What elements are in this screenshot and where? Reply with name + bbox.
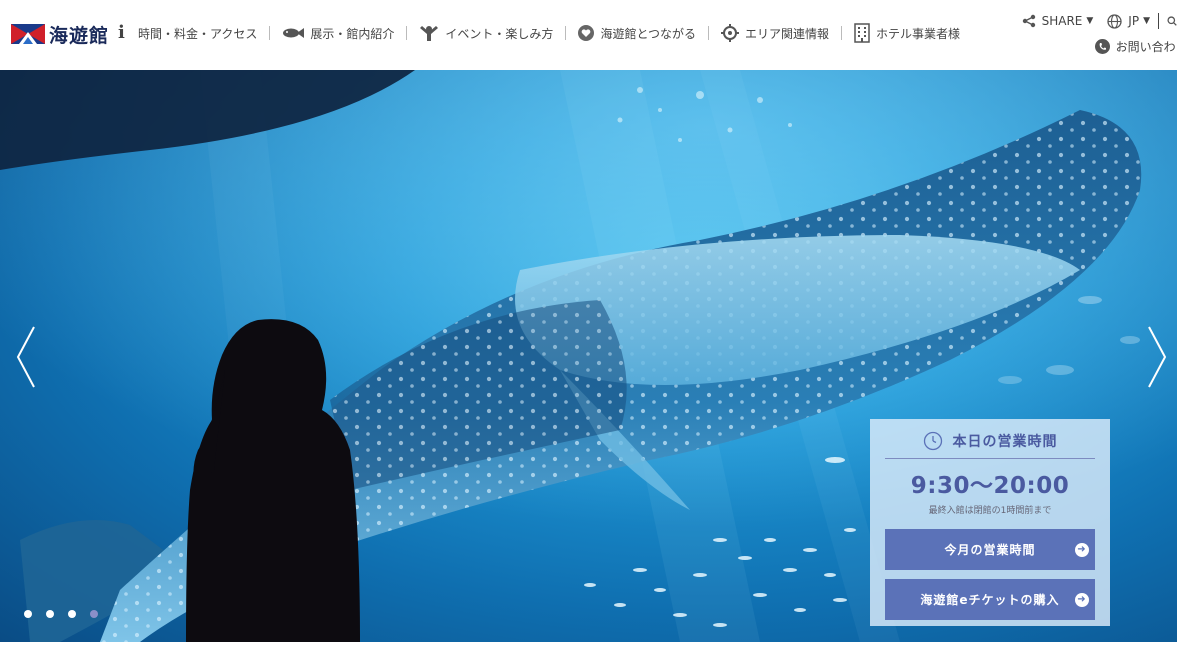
button-label: 今月の営業時間 <box>944 543 1036 557</box>
info-icon[interactable]: i <box>118 22 125 43</box>
arrow-right-circle-icon: ➜ <box>1075 543 1089 557</box>
eticket-purchase-button[interactable]: 海遊館eチケットの購入 ➜ <box>885 579 1095 620</box>
nav-item-area-info[interactable]: エリア関連情報 <box>720 22 829 44</box>
hero-slider: 本日の営業時間 9:30〜20:00 最終入館は閉館の1時間前まで 今月の営業時… <box>0 70 1177 642</box>
nav-item-label: 展示・館内紹介 <box>310 26 395 41</box>
slide-dot[interactable] <box>46 610 54 618</box>
fish-icon <box>282 27 305 39</box>
share-button[interactable]: SHARE ▼ <box>1022 14 1094 28</box>
slide-dot[interactable] <box>68 610 76 618</box>
person-icon <box>419 25 439 41</box>
contact-link[interactable]: お問い合わ <box>1094 38 1176 55</box>
page-bottom-edge <box>0 642 1177 647</box>
caret-down-icon: ▼ <box>1086 16 1094 26</box>
logo-text: 海遊館 <box>49 24 110 47</box>
prev-slide-button[interactable] <box>14 325 38 389</box>
phone-icon <box>1094 38 1110 54</box>
nav-item-label: エリア関連情報 <box>744 26 829 41</box>
slide-dot-active[interactable] <box>90 610 98 618</box>
building-icon <box>854 23 870 43</box>
hours-time: 9:30〜20:00 <box>910 473 1070 499</box>
chevron-left-icon <box>16 326 35 388</box>
hours-divider <box>885 458 1095 459</box>
nav-divider <box>269 26 271 40</box>
share-icon <box>1022 14 1036 28</box>
nav-item-label: ホテル事業者様 <box>875 26 960 41</box>
next-slide-button[interactable] <box>1145 325 1169 389</box>
button-label: 海遊館eチケットの購入 <box>920 593 1060 607</box>
logo-mark-icon <box>11 22 45 46</box>
arrow-right-circle-icon: ➜ <box>1075 593 1089 607</box>
location-target-icon <box>720 24 739 42</box>
nav-divider <box>707 26 709 40</box>
nav-item-events[interactable]: イベント・楽しみ方 <box>419 22 553 44</box>
contact-label: お問い合わ <box>1115 39 1176 54</box>
main-nav: 時間・料金・アクセス 展示・館内紹介 イベント・楽しみ方 海遊館とつながる エリ… <box>138 22 960 44</box>
util-divider <box>1158 13 1159 29</box>
language-select[interactable]: JP ▼ <box>1107 13 1150 29</box>
utility-nav: SHARE ▼ JP ▼ お問い合わ <box>1022 12 1177 55</box>
globe-icon <box>1107 13 1122 29</box>
nav-item-exhibits[interactable]: 展示・館内紹介 <box>282 22 394 44</box>
business-hours-panel: 本日の営業時間 9:30〜20:00 最終入館は閉館の1時間前まで 今月の営業時… <box>870 419 1110 626</box>
monthly-hours-button[interactable]: 今月の営業時間 ➜ <box>885 529 1095 570</box>
slide-dot[interactable] <box>24 610 32 618</box>
caret-down-icon: ▼ <box>1143 16 1150 26</box>
language-label: JP <box>1128 14 1140 28</box>
share-label: SHARE <box>1041 14 1083 28</box>
nav-divider <box>565 26 567 40</box>
nav-item-hours-access[interactable]: 時間・料金・アクセス <box>138 22 257 44</box>
heart-icon <box>578 25 595 41</box>
slide-pagination <box>24 610 112 618</box>
nav-item-label: イベント・楽しみ方 <box>445 26 554 41</box>
nav-item-hotel[interactable]: ホテル事業者様 <box>854 22 960 44</box>
search-icon[interactable] <box>1167 14 1177 28</box>
hours-title: 本日の営業時間 <box>952 434 1058 450</box>
site-logo[interactable]: 海遊館 <box>11 20 109 48</box>
site-header: 海遊館 i 時間・料金・アクセス 展示・館内紹介 イベント・楽しみ方 海遊館とつ… <box>0 0 1177 70</box>
clock-icon <box>923 431 943 451</box>
nav-item-connect[interactable]: 海遊館とつながる <box>578 22 696 44</box>
nav-item-label: 時間・料金・アクセス <box>138 26 258 41</box>
chevron-right-icon <box>1148 326 1167 388</box>
nav-divider <box>840 26 842 40</box>
nav-divider <box>406 26 408 40</box>
nav-item-label: 海遊館とつながる <box>600 26 696 41</box>
hours-note: 最終入館は閉館の1時間前まで <box>928 506 1052 516</box>
